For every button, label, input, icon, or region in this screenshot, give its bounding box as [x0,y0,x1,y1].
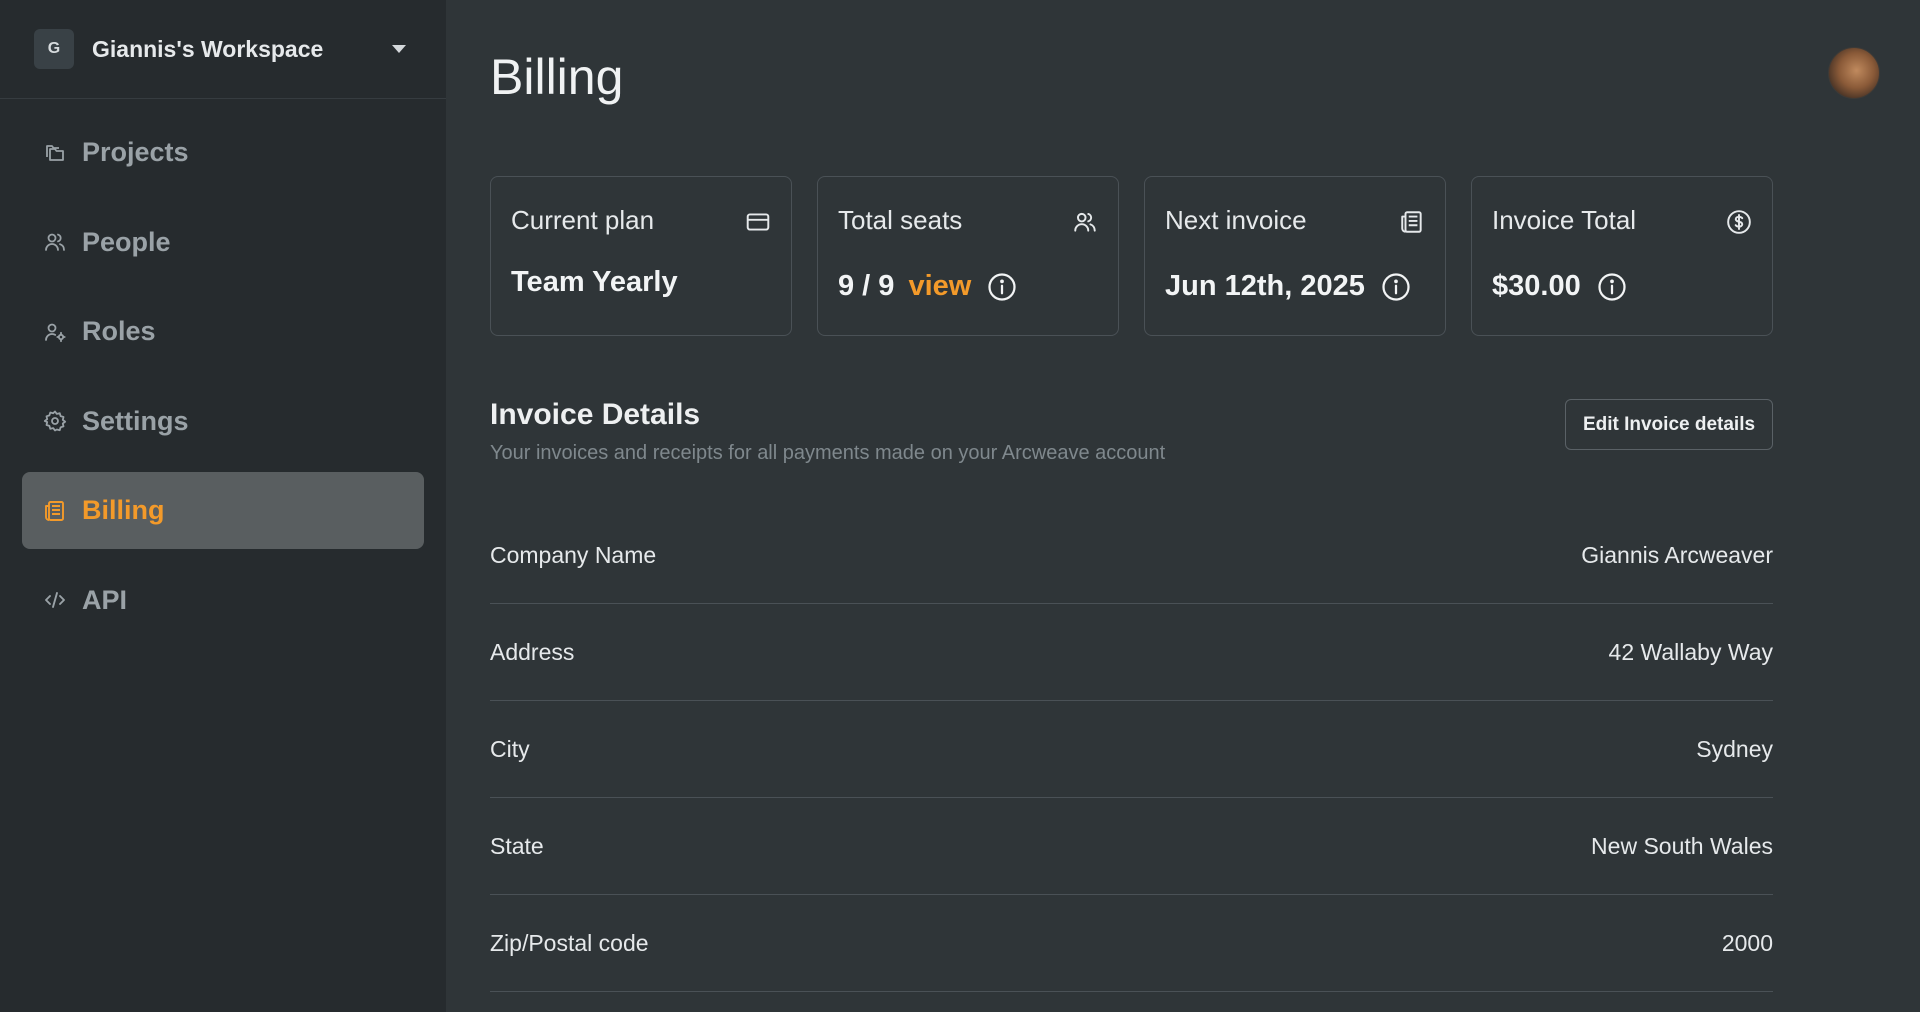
workspace-name: Giannis's Workspace [92,35,324,62]
list-item: Zip/Postal code 2000 [490,895,1773,992]
list-item: Address 42 Wallaby Way [490,604,1773,701]
edit-invoice-details-button[interactable]: Edit Invoice details [1565,399,1773,450]
sidebar-item-label: Settings [82,405,189,436]
current-plan-card: Current plan Team Yearly [490,176,792,336]
users-icon [1074,212,1096,232]
row-value: New South Wales [1591,832,1773,859]
users-icon [42,229,68,255]
receipt-icon [42,498,68,524]
sidebar-item-roles[interactable]: Roles [22,293,424,370]
workspace-switcher[interactable]: G Giannis's Workspace [0,0,446,99]
row-label: Zip/Postal code [490,929,649,956]
sidebar-item-label: Roles [82,316,156,347]
sidebar-item-label: People [82,226,171,257]
invoice-details-section: Invoice Details Your invoices and receip… [490,398,1773,465]
seats-value: 9 / 9 [838,270,895,302]
invoice-total-value: $30.00 [1492,270,1581,302]
page-title: Billing [490,49,624,105]
row-label: Company Name [490,541,657,568]
card-title: Current plan [511,205,655,235]
dollar-circle-icon [1727,210,1751,234]
sidebar-item-label: API [82,584,128,615]
view-seats-link[interactable]: view [908,270,971,303]
folders-icon [42,140,68,166]
list-item: State New South Wales [490,798,1773,895]
receipt-icon [1401,211,1422,233]
info-icon[interactable] [1381,272,1411,302]
row-value: Sydney [1696,735,1773,762]
sidebar-item-label: Projects [82,137,189,167]
sidebar-nav: Projects People Roles Settings Billing A… [0,99,446,639]
row-label: Address [490,638,575,665]
main-content: Billing Current plan Team Yearly Total s… [446,0,1920,1012]
avatar[interactable] [1828,47,1880,99]
gear-icon [42,408,68,434]
row-label: City [490,735,530,762]
invoice-details-list: Company Name Giannis Arcweaver Address 4… [490,507,1773,992]
sidebar-item-projects[interactable]: Projects [22,114,424,191]
code-icon [42,587,68,613]
sidebar: G Giannis's Workspace Projects People Ro… [0,0,446,1012]
card-title: Invoice Total [1492,205,1637,235]
invoice-total-card: Invoice Total $30.00 [1471,176,1773,336]
list-item: Company Name Giannis Arcweaver [490,507,1773,604]
user-settings-icon [42,319,68,345]
row-value: Giannis Arcweaver [1581,541,1773,568]
row-value: 42 Wallaby Way [1608,638,1773,665]
card-title: Total seats [838,205,963,235]
info-icon[interactable] [987,272,1017,302]
sidebar-item-billing[interactable]: Billing [22,472,424,550]
billing-summary-cards: Current plan Team Yearly Total seats 9 /… [490,176,1773,336]
workspace-badge: G [34,29,74,69]
sidebar-item-api[interactable]: API [22,562,424,639]
row-label: State [490,832,544,859]
sidebar-item-label: Billing [82,495,165,526]
row-value: 2000 [1721,929,1773,956]
info-icon[interactable] [1597,272,1627,302]
plan-value: Team Yearly [511,266,678,298]
next-invoice-card: Next invoice Jun 12th, 2025 [1144,176,1446,336]
card-title: Next invoice [1165,205,1307,235]
total-seats-card: Total seats 9 / 9 view [817,176,1119,336]
sidebar-item-settings[interactable]: Settings [22,383,424,460]
chevron-down-icon[interactable] [392,45,406,53]
next-invoice-value: Jun 12th, 2025 [1165,270,1365,302]
list-item: City Sydney [490,701,1773,798]
credit-card-icon [746,213,770,231]
sidebar-item-people[interactable]: People [22,204,424,281]
